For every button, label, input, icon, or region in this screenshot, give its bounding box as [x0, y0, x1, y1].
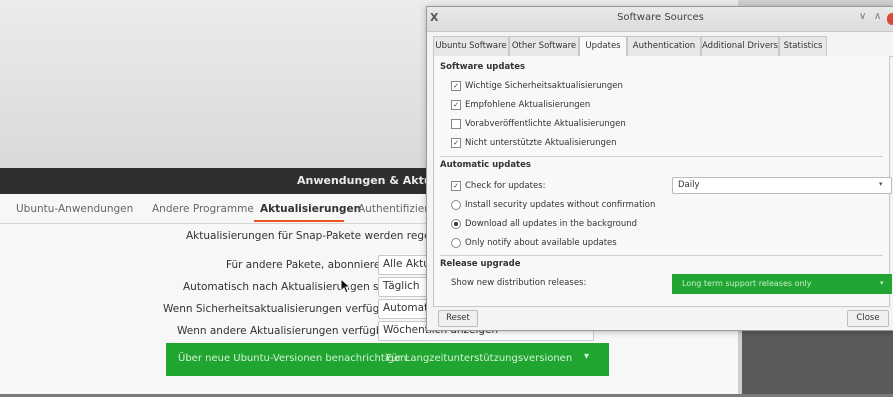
- software-updates-heading: Software updates: [440, 62, 526, 72]
- automatic-updates-heading: Automatic updates: [440, 160, 531, 170]
- checkbox-check-for-updates[interactable]: ✓: [451, 181, 461, 191]
- label-only-notify: Only notify about available updates: [465, 238, 617, 248]
- checkbox-security-updates[interactable]: ✓: [451, 81, 461, 91]
- label-recommended-updates: Empfohlene Aktualisierungen: [465, 100, 591, 110]
- radio-install-security[interactable]: [451, 200, 461, 210]
- section-divider: [440, 156, 883, 157]
- label-security-updates: Wichtige Sicherheitsaktualisierungen: [465, 81, 623, 91]
- release-notify-value: Für Langzeitunterstützungsversionen: [386, 353, 573, 364]
- label-show-new-releases: Show new distribution releases:: [451, 278, 587, 288]
- radio-download-background[interactable]: [451, 219, 461, 229]
- tab-additional-drivers[interactable]: Additional Drivers: [701, 36, 779, 56]
- release-upgrade-value: Long term support releases only: [682, 279, 812, 288]
- tab-other-software[interactable]: Other Software: [509, 36, 579, 56]
- checkbox-unsupported-updates[interactable]: ✓: [451, 138, 461, 148]
- radio-only-notify[interactable]: [451, 238, 461, 248]
- active-tab-indicator: [254, 220, 344, 222]
- tab-ubuntu-anwendungen[interactable]: Ubuntu-Anwendungen: [16, 203, 133, 215]
- tab-authentication[interactable]: Authentication: [627, 36, 701, 56]
- dialog-titlebar[interactable]: X Software Sources ∨ ∧: [427, 7, 893, 32]
- chevron-down-icon: ▾: [880, 279, 884, 287]
- reset-button[interactable]: Reset: [438, 310, 478, 327]
- checkbox-recommended-updates[interactable]: ✓: [451, 100, 461, 110]
- label-download-background: Download all updates in the background: [465, 219, 638, 229]
- mouse-cursor-icon: [340, 278, 352, 294]
- updates-panel: Software updates ✓ Wichtige Sicherheitsa…: [433, 56, 892, 307]
- close-button[interactable]: Close: [847, 310, 889, 327]
- tab-statistics[interactable]: Statistics: [779, 36, 827, 56]
- tab-updates[interactable]: Updates: [579, 36, 627, 57]
- release-notify-label: Über neue Ubuntu-Versionen benachrichtig…: [178, 353, 410, 364]
- tab-andere-programme[interactable]: Andere Programme: [152, 203, 254, 215]
- chevron-down-icon: ▾: [879, 180, 883, 188]
- release-upgrade-heading: Release upgrade: [440, 259, 521, 269]
- label-prerelease-updates: Vorabveröffentlichte Aktualisierungen: [465, 119, 626, 129]
- release-upgrade-select[interactable]: Long term support releases only ▾: [672, 274, 892, 294]
- label-install-security: Install security updates without confirm…: [465, 200, 656, 210]
- update-interval-select[interactable]: Daily ▾: [672, 177, 892, 194]
- maximize-icon[interactable]: ∧: [874, 11, 881, 22]
- dialog-title: Software Sources: [617, 12, 704, 23]
- checkbox-prerelease-updates[interactable]: [451, 119, 461, 129]
- chevron-down-icon: ▾: [584, 351, 590, 362]
- release-notify-select[interactable]: Über neue Ubuntu-Versionen benachrichtig…: [166, 343, 609, 376]
- minimize-icon[interactable]: ∨: [859, 11, 866, 22]
- tab-ubuntu-software[interactable]: Ubuntu Software: [433, 36, 509, 56]
- section-divider: [440, 255, 883, 256]
- label-unsupported-updates: Nicht unterstützte Aktualisierungen: [465, 138, 617, 148]
- dialog-tabbar: Ubuntu Software Other Software Updates A…: [433, 36, 893, 57]
- background-dark-block: [742, 326, 893, 397]
- software-sources-dialog: X Software Sources ∨ ∧ Ubuntu Software O…: [426, 6, 893, 331]
- tab-aktualisierungen[interactable]: Aktualisierungen: [260, 203, 361, 215]
- close-icon[interactable]: [887, 13, 893, 25]
- label-check-for-updates: Check for updates:: [465, 181, 546, 191]
- update-interval-value: Daily: [678, 180, 700, 190]
